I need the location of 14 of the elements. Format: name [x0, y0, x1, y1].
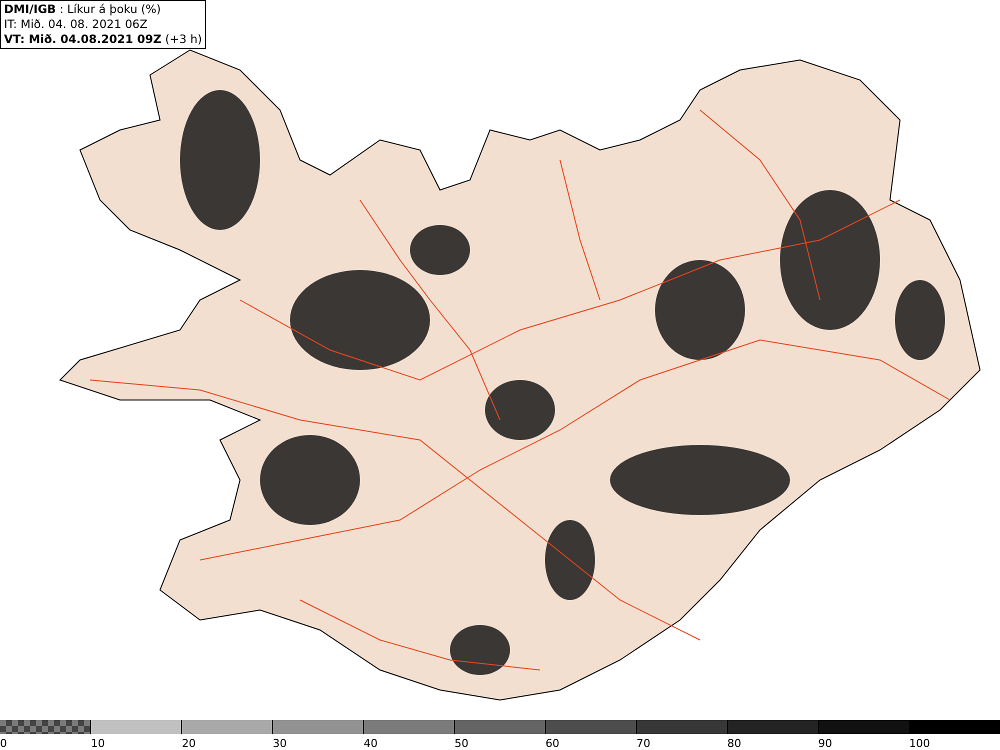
title-line: VT: Mið. 04.08.2021 09Z (+3 h)	[4, 32, 202, 47]
legend-label: 20	[182, 737, 196, 750]
title-line: DMI/IGB : Líkur á þoku (%)	[4, 2, 162, 17]
legend-label: 100	[909, 737, 930, 750]
legend-label: 30	[272, 737, 287, 750]
legend-label: 50	[454, 737, 469, 750]
legend-label: 90	[818, 737, 832, 750]
legend-label: 0	[0, 737, 7, 750]
legend-label: 80	[727, 737, 742, 750]
legend-label: 10	[90, 737, 105, 750]
title-line: IT: Mið. 04. 08. 2021 06Z	[4, 17, 148, 32]
legend-label: 40	[364, 737, 378, 750]
legend-label: 70	[636, 737, 650, 750]
legend-label: 60	[545, 737, 560, 750]
